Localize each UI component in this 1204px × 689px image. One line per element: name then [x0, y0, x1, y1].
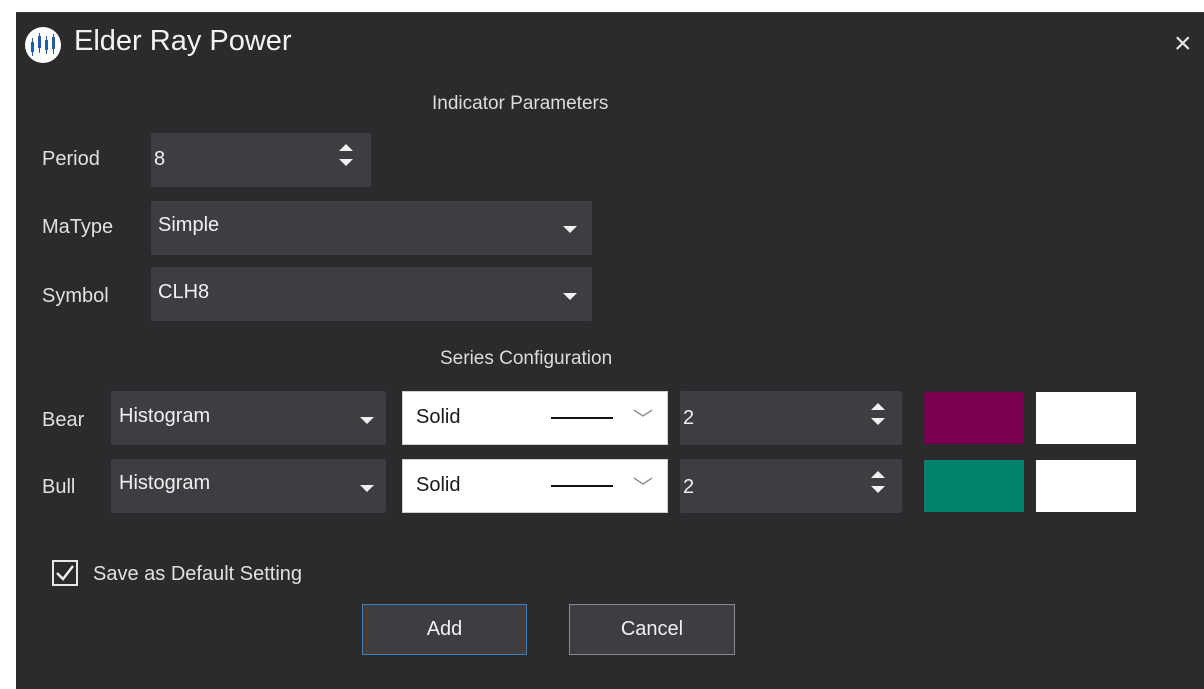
bear-color-swatch[interactable] — [923, 391, 1025, 445]
symbol-value: CLH8 — [158, 281, 210, 303]
period-value: 8 — [154, 148, 166, 170]
spin-up-icon[interactable] — [871, 403, 885, 410]
spin-down-icon[interactable] — [871, 418, 885, 425]
series-configuration-heading: Series Configuration — [440, 348, 613, 369]
spin-down-icon[interactable] — [871, 486, 885, 493]
cancel-button[interactable]: Cancel — [569, 604, 735, 655]
chevron-down-icon — [563, 226, 577, 233]
matype-value: Simple — [158, 214, 220, 236]
bull-width-stepper[interactable]: 2 — [680, 459, 902, 513]
spin-up-icon[interactable] — [339, 144, 353, 151]
bull-secondary-color-swatch[interactable] — [1035, 459, 1137, 513]
checkmark-icon — [56, 565, 74, 581]
bull-color-swatch[interactable] — [923, 459, 1025, 513]
bear-secondary-color-swatch[interactable] — [1035, 391, 1137, 445]
matype-label: MaType — [42, 216, 114, 238]
chevron-down-icon — [360, 485, 374, 492]
indicator-parameters-heading: Indicator Parameters — [432, 93, 609, 114]
period-label: Period — [42, 148, 100, 170]
add-button[interactable]: Add — [362, 604, 527, 655]
bear-width-value: 2 — [683, 407, 695, 429]
symbol-select[interactable]: CLH8 — [151, 267, 592, 321]
solid-line-sample — [551, 485, 613, 487]
chevron-down-icon — [563, 293, 577, 300]
bull-label: Bull — [42, 476, 76, 498]
bear-width-spin-buttons[interactable] — [871, 403, 885, 425]
solid-line-sample — [551, 417, 613, 419]
save-default-label[interactable]: Save as Default Setting — [93, 563, 302, 586]
period-stepper[interactable]: 8 — [151, 133, 371, 187]
bull-width-spin-buttons[interactable] — [871, 471, 885, 493]
chevron-down-icon: ﹀ — [633, 477, 653, 499]
spin-up-icon[interactable] — [871, 471, 885, 478]
dialog-title: Elder Ray Power — [74, 25, 292, 57]
matype-select[interactable]: Simple — [151, 201, 592, 255]
bear-type-value: Histogram — [119, 405, 211, 427]
bear-type-select[interactable]: Histogram — [111, 391, 386, 445]
bull-type-select[interactable]: Histogram — [111, 459, 386, 513]
bull-width-value: 2 — [683, 476, 695, 498]
chart-logo-icon — [25, 27, 61, 63]
save-default-checkbox[interactable] — [52, 560, 78, 586]
bear-label: Bear — [42, 409, 85, 431]
symbol-label: Symbol — [42, 285, 109, 307]
bull-line-style-select[interactable]: Solid ﹀ — [402, 459, 668, 513]
chevron-down-icon — [360, 417, 374, 424]
bear-line-style-value: Solid — [416, 406, 461, 428]
bull-line-style-value: Solid — [416, 474, 461, 496]
bull-type-value: Histogram — [119, 472, 211, 494]
close-button[interactable]: × — [1174, 27, 1192, 61]
bear-line-style-select[interactable]: Solid ﹀ — [402, 391, 668, 445]
period-spin-buttons[interactable] — [339, 144, 353, 166]
chevron-down-icon: ﹀ — [633, 409, 653, 431]
bear-width-stepper[interactable]: 2 — [680, 391, 902, 445]
spin-down-icon[interactable] — [339, 159, 353, 166]
elder-ray-dialog: Elder Ray Power × Indicator Parameters P… — [16, 12, 1204, 689]
